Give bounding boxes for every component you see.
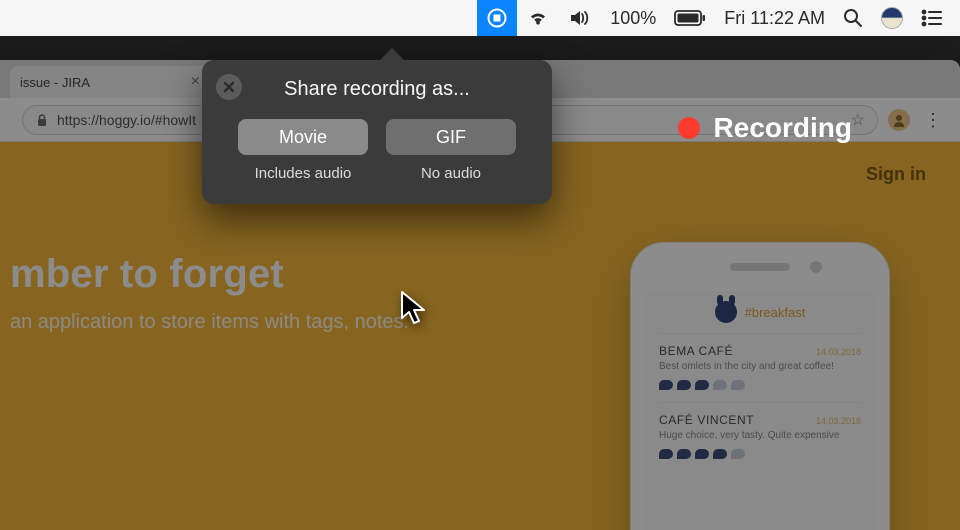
- browser-tab[interactable]: issue - JIRA ×: [10, 66, 210, 98]
- recording-label: Recording: [714, 112, 852, 144]
- gif-subtext: No audio: [386, 165, 516, 182]
- tab-title: issue - JIRA: [20, 75, 90, 90]
- card-date: 14.03.2018: [816, 416, 861, 426]
- card-desc: Best omlets in the city and great coffee…: [659, 361, 861, 372]
- phone-mockup: #breakfast BEMA CAFÉ 14.03.2018 Best oml…: [630, 242, 890, 530]
- lock-icon: [35, 113, 49, 127]
- bookmark-star-icon[interactable]: ☆: [851, 110, 865, 130]
- mouse-cursor: [400, 290, 428, 331]
- share-movie-button[interactable]: Movie: [238, 119, 368, 155]
- spotlight-search[interactable]: [834, 0, 872, 36]
- app-logo-icon: [715, 301, 737, 323]
- battery-status[interactable]: [665, 0, 715, 36]
- card-rating: [659, 449, 861, 459]
- phone-card: BEMA CAFÉ 14.03.2018 Best omlets in the …: [659, 333, 861, 402]
- card-rating: [659, 380, 861, 390]
- card-desc: Huge choice, very tasty. Quite expensive: [659, 430, 861, 441]
- close-popover-button[interactable]: [216, 74, 242, 100]
- card-date: 14.03.2018: [816, 347, 861, 357]
- movie-subtext: Includes audio: [238, 165, 368, 182]
- phone-card: CAFÉ VINCENT 14.03.2018 Huge choice, ver…: [659, 402, 861, 471]
- close-icon: [223, 81, 235, 93]
- volume-icon: [568, 9, 592, 27]
- list-icon: [921, 9, 943, 27]
- share-gif-button[interactable]: GIF: [386, 119, 516, 155]
- battery-icon: [674, 10, 706, 26]
- search-icon: [843, 8, 863, 28]
- url-text: https://hoggy.io/#howIt: [57, 112, 196, 128]
- profile-avatar[interactable]: [888, 109, 910, 131]
- macos-menubar: 100% Fri 11:22 AM: [0, 0, 960, 36]
- card-name: CAFÉ VINCENT: [659, 413, 754, 427]
- signin-link[interactable]: Sign in: [866, 164, 926, 185]
- card-name: BEMA CAFÉ: [659, 344, 733, 358]
- wifi-icon: [526, 9, 550, 27]
- browser-menu-icon[interactable]: ⋮: [924, 111, 942, 129]
- close-tab-icon[interactable]: ×: [191, 74, 200, 90]
- menubar-clock[interactable]: Fri 11:22 AM: [715, 0, 834, 36]
- share-recording-popover: Share recording as... Movie GIF Includes…: [202, 60, 552, 204]
- wifi-status[interactable]: [517, 0, 559, 36]
- popover-title: Share recording as...: [222, 78, 532, 101]
- stop-recording-menu-item[interactable]: [477, 0, 517, 36]
- phone-tag: #breakfast: [745, 305, 806, 320]
- stop-record-icon: [487, 8, 507, 28]
- volume-status[interactable]: [559, 0, 601, 36]
- user-icon: [892, 113, 906, 127]
- cursor-icon: [400, 290, 428, 326]
- siri-icon: [881, 7, 903, 29]
- phone-screen: #breakfast BEMA CAFÉ 14.03.2018 Best oml…: [645, 291, 875, 530]
- battery-percent[interactable]: 100%: [601, 0, 665, 36]
- notification-center[interactable]: [912, 0, 952, 36]
- record-dot-icon: [678, 117, 700, 139]
- recording-indicator: Recording: [678, 112, 852, 144]
- siri-menu-item[interactable]: [872, 0, 912, 36]
